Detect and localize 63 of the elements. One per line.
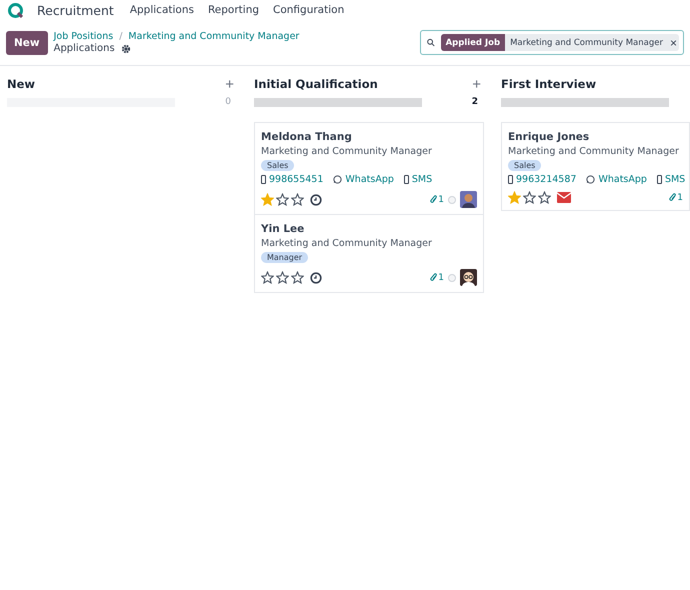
star-icon[interactable] — [261, 271, 274, 284]
column-count: 2 — [472, 97, 479, 107]
tag: Sales — [508, 160, 542, 171]
attachment-count[interactable]: 1 — [430, 272, 444, 282]
whatsapp-link[interactable]: WhatsApp — [333, 174, 394, 185]
menu-item[interactable]: Configuration — [273, 4, 344, 16]
search-field[interactable]: Applied Job Marketing and Community Manager × — [420, 30, 684, 55]
phone-icon — [404, 175, 409, 184]
attachment-count[interactable]: 1 — [669, 192, 683, 202]
star-icon[interactable] — [291, 271, 304, 284]
clock-icon[interactable] — [310, 194, 322, 206]
star-icon[interactable] — [508, 191, 521, 204]
column-count: 0 — [225, 97, 232, 107]
phone-icon — [508, 175, 513, 184]
settings-icon[interactable] — [120, 44, 131, 54]
chat-icon — [586, 175, 596, 184]
status-dot[interactable] — [448, 274, 456, 282]
sms-link[interactable]: SMS — [404, 174, 432, 185]
sms-link[interactable]: SMS — [656, 174, 686, 185]
chat-icon — [333, 175, 342, 184]
breadcrumb-separator: / — [119, 31, 122, 42]
new-button[interactable]: New — [6, 30, 48, 54]
search-icon — [427, 37, 435, 48]
star-icon[interactable] — [523, 191, 536, 204]
applicant-name: Meldona Thang — [261, 131, 353, 143]
whatsapp-link[interactable]: WhatsApp — [586, 174, 647, 185]
phone-icon — [261, 175, 266, 184]
phone-icon — [656, 175, 662, 184]
star-icon[interactable] — [261, 193, 274, 206]
attachment-count[interactable]: 1 — [430, 194, 444, 204]
page-title: Applications — [54, 43, 115, 54]
star-icon[interactable] — [291, 193, 304, 206]
menu-item[interactable]: Applications — [130, 4, 194, 16]
job-title: Marketing and Community Manager — [261, 146, 433, 157]
envelope-icon[interactable] — [557, 192, 571, 203]
job-title: Marketing and Community Manager — [261, 238, 433, 249]
column-title: New — [7, 77, 36, 91]
status-dot[interactable] — [448, 196, 456, 204]
tag: Manager — [261, 252, 308, 263]
phone-link[interactable]: 998655451 — [261, 174, 324, 185]
avatar-icon — [460, 191, 477, 208]
facet-value: Marketing and Community Manager — [509, 38, 664, 48]
applicant-name: Yin Lee — [261, 223, 306, 235]
column-title: First Interview — [501, 77, 596, 91]
clock-icon[interactable] — [310, 272, 322, 284]
logo-icon[interactable] — [8, 2, 23, 18]
avatar-icon — [460, 269, 477, 286]
add-card-button[interactable]: + — [222, 76, 237, 92]
applicant-name: Enrique Jones — [508, 131, 590, 143]
app-name[interactable]: Recruitment — [37, 2, 114, 18]
star-icon[interactable] — [276, 193, 289, 206]
add-card-button[interactable]: + — [469, 76, 484, 92]
facet-label: Applied Job — [440, 34, 506, 51]
remove-facet-button[interactable]: × — [668, 36, 679, 50]
column-title: Initial Qualification — [254, 77, 378, 91]
phone-link[interactable]: 9963214587 — [508, 174, 576, 185]
star-icon[interactable] — [538, 191, 551, 204]
job-title: Marketing and Community Manager — [508, 146, 680, 157]
breadcrumb-link[interactable]: Job Positions — [54, 31, 114, 42]
breadcrumb-link[interactable]: Marketing and Community Manager — [128, 31, 300, 42]
menu-item[interactable]: Reporting — [208, 4, 260, 16]
tag: Sales — [261, 160, 294, 171]
star-icon[interactable] — [276, 271, 289, 284]
